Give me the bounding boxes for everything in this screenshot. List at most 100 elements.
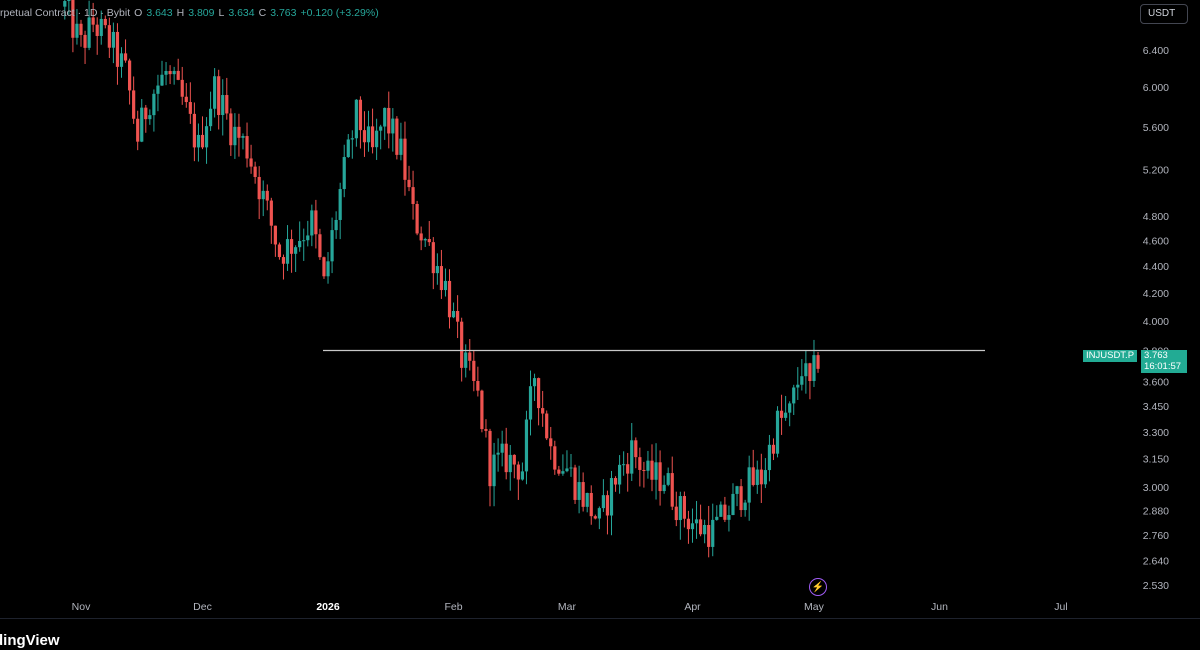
high-value: 3.809: [188, 7, 215, 19]
candle-body: [79, 23, 83, 35]
candle-body: [253, 166, 257, 177]
low-label: L: [218, 7, 225, 19]
symbol-title: rpetual Contract · 1D · Bybit: [0, 7, 131, 19]
candle-body: [581, 482, 585, 507]
candle-body: [387, 107, 391, 134]
x-tick-label: Apr: [684, 601, 701, 613]
candle-body: [160, 74, 164, 86]
candle-body: [225, 95, 229, 114]
y-tick-label: 2.640: [1143, 555, 1169, 567]
candle-body: [763, 470, 767, 485]
candle-body: [249, 158, 253, 167]
lightning-icon[interactable]: ⚡: [809, 578, 827, 596]
candle-body: [184, 96, 188, 103]
candle-body: [383, 107, 387, 127]
candle-body: [528, 386, 533, 420]
candle-body: [593, 516, 597, 519]
y-tick-label: 3.600: [1143, 377, 1169, 389]
candle-body: [597, 508, 601, 519]
y-tick-label: 2.760: [1143, 530, 1169, 542]
x-tick-label: Feb: [445, 601, 463, 613]
close-value: 3.763: [270, 7, 297, 19]
x-tick-label: May: [804, 601, 825, 613]
candle-body: [686, 518, 691, 530]
chart-legend: rpetual Contract · 1D · Bybit O 3.643 H 3.…: [0, 5, 379, 21]
candle-body: [289, 239, 294, 254]
candle-body: [379, 126, 383, 131]
candle-body: [431, 242, 435, 274]
candle-body: [678, 496, 682, 521]
candle-body: [370, 126, 375, 148]
candle-body: [508, 454, 512, 473]
candle-body: [739, 486, 743, 511]
candle-body: [350, 138, 354, 140]
candle-body: [180, 79, 184, 97]
candle-body: [237, 126, 241, 138]
y-tick-label: 4.400: [1143, 261, 1169, 273]
y-tick-label: 4.600: [1143, 235, 1169, 247]
candle-body: [496, 452, 500, 455]
candle-body: [188, 102, 192, 114]
y-tick-label: 3.000: [1143, 482, 1169, 494]
candle-body: [488, 430, 492, 487]
low-value: 3.634: [228, 7, 255, 19]
open-label: O: [134, 7, 143, 19]
candle-body: [132, 90, 136, 119]
candle-body: [439, 266, 444, 291]
candle-body: [767, 444, 772, 471]
price-countdown-box: 3.763 16:01:57: [1141, 350, 1188, 373]
candle-body: [561, 471, 565, 474]
last-price: 3.763: [1144, 350, 1168, 361]
candle-body: [759, 469, 763, 485]
candle-body: [642, 469, 646, 471]
candle-body: [204, 126, 209, 148]
candle-body: [391, 118, 395, 134]
candle-body: [707, 524, 711, 547]
y-tick-label: 3.450: [1143, 401, 1169, 413]
candle-body: [403, 138, 407, 180]
candle-body: [156, 85, 160, 94]
candle-body: [358, 99, 363, 131]
y-tick-label: 4.200: [1143, 288, 1169, 300]
time-axis[interactable]: Nov Dec 2026 Feb Mar Apr May Jun Jul: [72, 601, 1068, 613]
candle-body: [123, 53, 128, 61]
candle-body: [334, 219, 338, 231]
candle-body: [306, 235, 310, 241]
candle-body: [164, 71, 168, 75]
candle-body: [115, 31, 120, 67]
symbol-tag: INJUSDT.P: [1083, 350, 1138, 362]
candle-body: [541, 408, 545, 414]
candle-body: [784, 412, 788, 418]
candle-body: [472, 360, 476, 381]
candle-body: [456, 311, 460, 322]
candle-body: [176, 70, 180, 80]
candle-body: [168, 71, 172, 75]
candle-body: [670, 473, 674, 507]
candle-body: [646, 460, 650, 471]
candle-body: [443, 280, 448, 291]
candle-body: [95, 24, 99, 36]
candle-body: [346, 139, 350, 158]
candle-body: [233, 126, 237, 146]
candle-body: [213, 76, 217, 109]
footer-bar: [0, 618, 1200, 650]
y-tick-label: 6.400: [1143, 45, 1169, 57]
candle-body: [265, 190, 269, 201]
candle-body: [302, 240, 306, 242]
price-axis[interactable]: 6.400 6.000 5.600 5.200 4.800 4.600 4.400 4.200…: [1143, 45, 1169, 592]
candle-body: [451, 311, 456, 318]
candle-body: [512, 454, 516, 465]
candle-body: [792, 387, 796, 404]
candle-body: [504, 443, 508, 473]
candle-body: [241, 136, 245, 138]
currency-button[interactable]: USDT: [1140, 4, 1188, 24]
high-label: H: [176, 7, 185, 19]
candle-body: [743, 502, 747, 511]
candle-body: [630, 440, 634, 474]
x-tick-label: Dec: [193, 601, 212, 613]
y-tick-label: 2.530: [1143, 580, 1169, 592]
candle-body: [119, 53, 124, 67]
candle-body: [375, 130, 379, 148]
candle-body: [447, 280, 452, 318]
y-tick-label: 6.000: [1143, 82, 1169, 94]
